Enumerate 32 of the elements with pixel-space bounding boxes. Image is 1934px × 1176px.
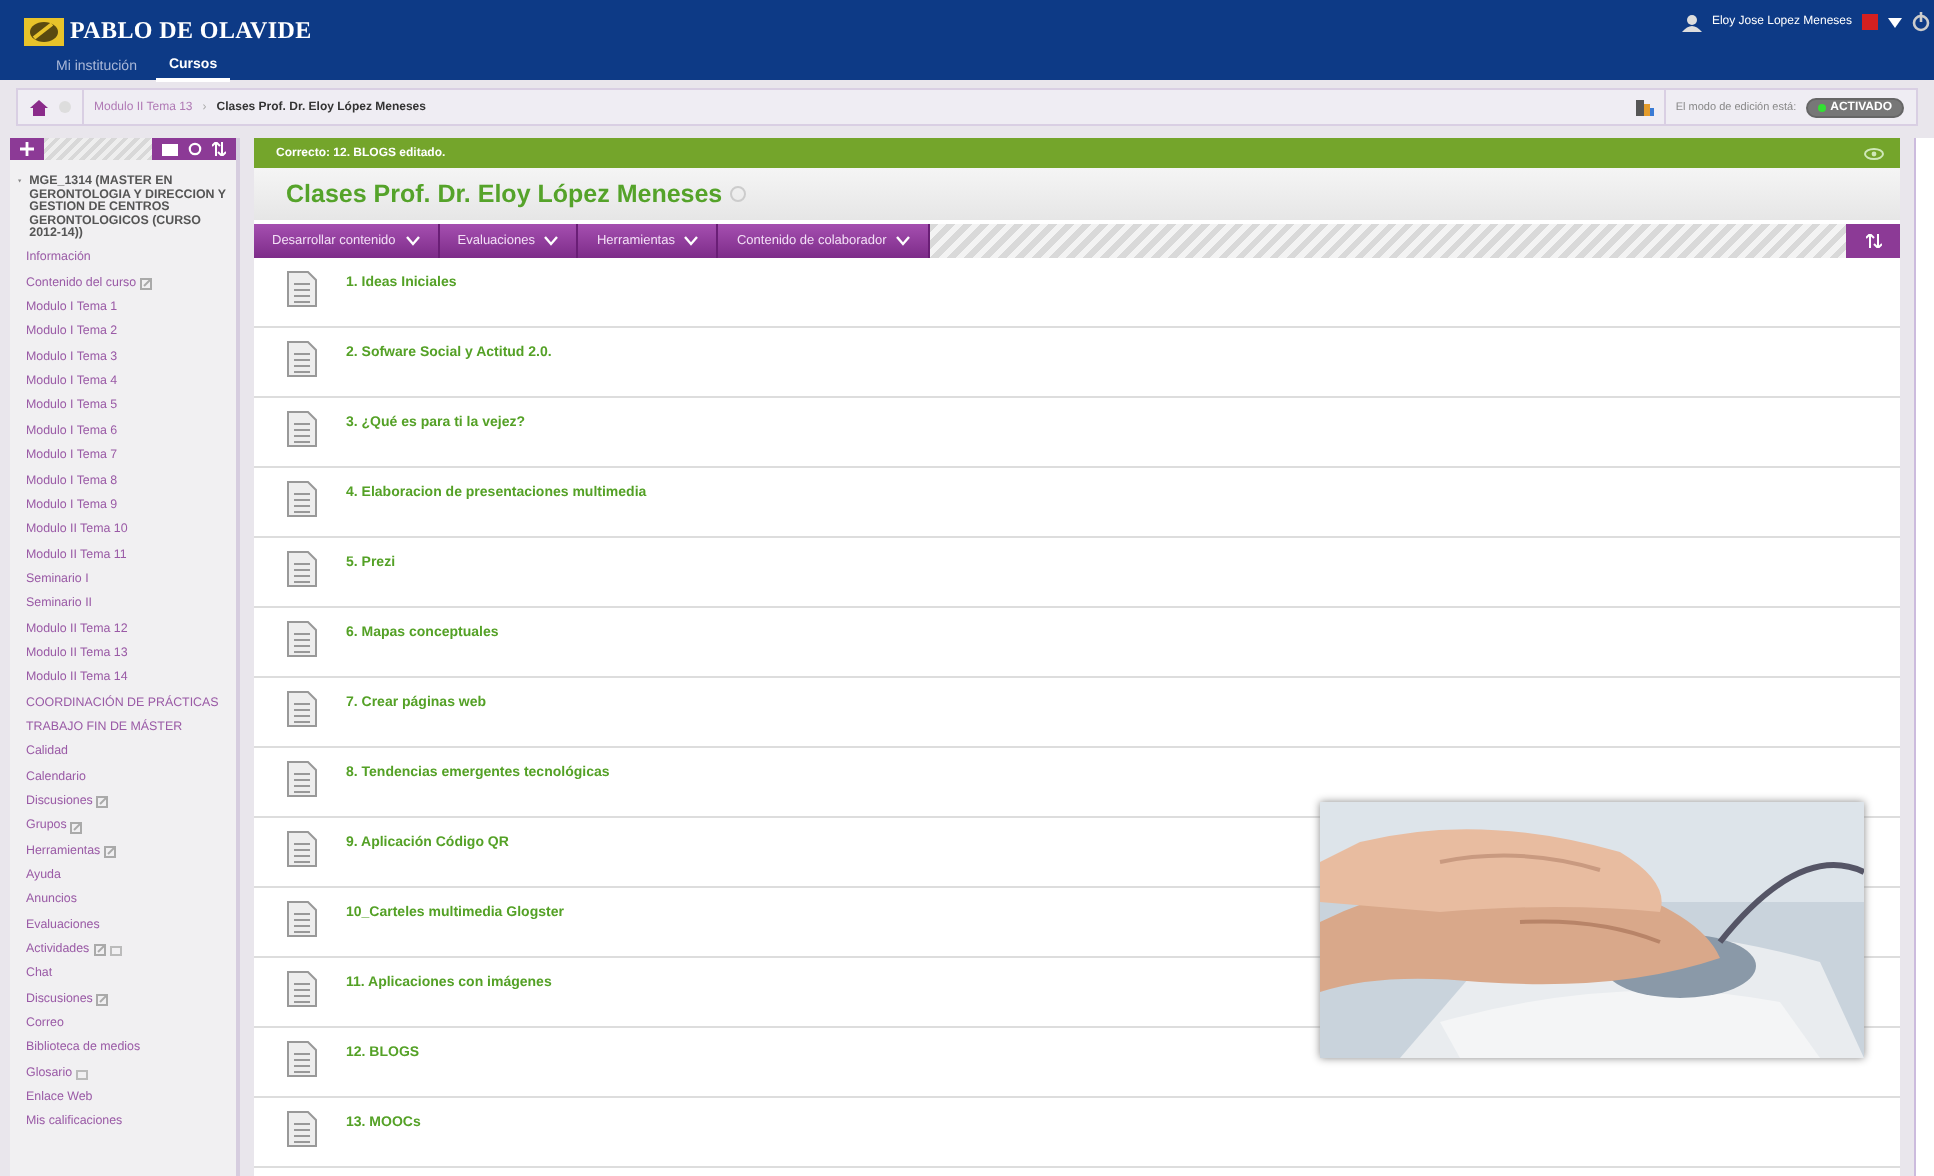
document-icon: [286, 410, 318, 448]
reorder-button[interactable]: [1846, 224, 1900, 258]
caret-icon: [405, 236, 420, 246]
power-icon[interactable]: [1912, 12, 1930, 32]
home-icon[interactable]: [30, 99, 48, 115]
document-icon: [286, 690, 318, 728]
document-icon: [286, 900, 318, 938]
document-icon: [286, 1040, 318, 1078]
logo-icon: [24, 17, 64, 45]
document-icon: [286, 550, 318, 588]
document-icon: [286, 340, 318, 378]
caret-icon[interactable]: [1888, 17, 1902, 27]
document-icon: [286, 830, 318, 868]
document-icon: [286, 620, 318, 658]
caret-icon: [544, 236, 559, 246]
add-icon[interactable]: [20, 142, 34, 156]
logo-text: PABLO DE OLAVIDE: [70, 16, 312, 46]
sort-icon[interactable]: [212, 142, 226, 156]
caret-icon: [896, 236, 911, 246]
hatched-panel: [44, 138, 152, 160]
folder-icon[interactable]: [162, 143, 178, 155]
document-icon: [286, 760, 318, 798]
palette-icon[interactable]: [1635, 99, 1654, 115]
document-icon: [286, 970, 318, 1008]
document-icon: [286, 270, 318, 308]
page-title: Clases Prof. Dr. Eloy López Meneses: [286, 180, 723, 208]
sort-icon: [1865, 234, 1881, 248]
document-icon: [286, 480, 318, 518]
document-icon: [286, 1110, 318, 1148]
caret-icon: [684, 236, 699, 246]
refresh-icon[interactable]: [188, 142, 202, 156]
user-icon: [1681, 13, 1702, 31]
